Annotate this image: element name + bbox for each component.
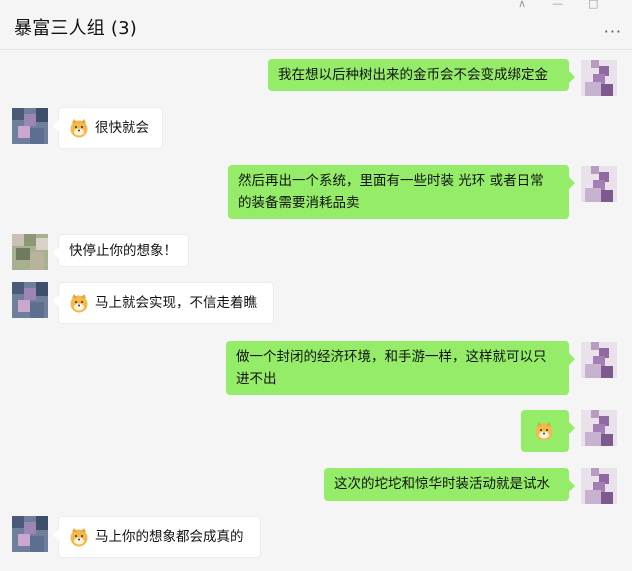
message-text: 我在想以后种树出来的金币会不会变成绑定金 [278,67,548,83]
member-avatar[interactable] [12,108,48,144]
more-options-icon[interactable]: ··· [604,22,622,41]
self-avatar[interactable] [581,60,617,96]
emoji-message-bubble[interactable] [521,410,575,452]
doge-emoji-icon [535,422,553,441]
message-bubble[interactable]: 我在想以后种树出来的金币会不会变成绑定金 [268,59,575,91]
maximize-button[interactable]: □ [588,0,598,9]
self-avatar[interactable] [581,166,617,202]
message-text-line: 进不出 [236,371,277,387]
message-text-line: 做一个封闭的经济环境，和手游一样，这样就可以只 [236,349,547,365]
message-text: 很快就会 [95,120,149,136]
member-avatar[interactable] [12,516,48,552]
pin-icon[interactable]: ⊼ [518,0,526,9]
message-text: 这次的坨坨和惊华时装活动就是试水 [334,476,550,492]
doge-emoji-icon [70,528,88,547]
message-list: 我在想以后种树出来的金币会不会变成绑定金 很快就会 然后再出一个系统，里面有一些… [0,50,632,571]
message-bubble[interactable]: 做一个封闭的经济环境，和手游一样，这样就可以只 进不出 [226,341,575,395]
message-text-line: 的装备需要消耗品卖 [238,195,360,211]
self-avatar[interactable] [581,342,617,378]
message-bubble[interactable]: 然后再出一个系统，里面有一些时装 光环 或者日常 的装备需要消耗品卖 [228,165,575,219]
message-text-line: 然后再出一个系统，里面有一些时装 光环 或者日常 [238,173,544,189]
minimize-button[interactable]: — [552,0,563,9]
message-bubble[interactable]: 这次的坨坨和惊华时装活动就是试水 [324,468,575,501]
message-bubble[interactable]: 很快就会 [53,107,163,149]
member-avatar[interactable] [12,282,48,318]
chat-header: 暴富三人组 (3) ⊼ — □ ··· [0,0,632,50]
self-avatar[interactable] [581,468,617,504]
self-avatar[interactable] [581,410,617,446]
message-bubble[interactable]: 马上你的想象都会成真的 [53,516,261,558]
message-bubble[interactable]: 快停止你的想象！ [53,234,189,267]
message-text: 马上你的想象都会成真的 [95,529,244,545]
chat-title: 暴富三人组 (3) [14,18,138,39]
doge-emoji-icon [70,119,88,138]
doge-emoji-icon [70,294,88,313]
member-avatar[interactable] [12,234,48,270]
message-bubble[interactable]: 马上就会实现，不信走着瞧 [53,282,274,324]
message-text: 马上就会实现，不信走着瞧 [95,295,257,311]
message-text: 快停止你的想象！ [69,243,177,259]
